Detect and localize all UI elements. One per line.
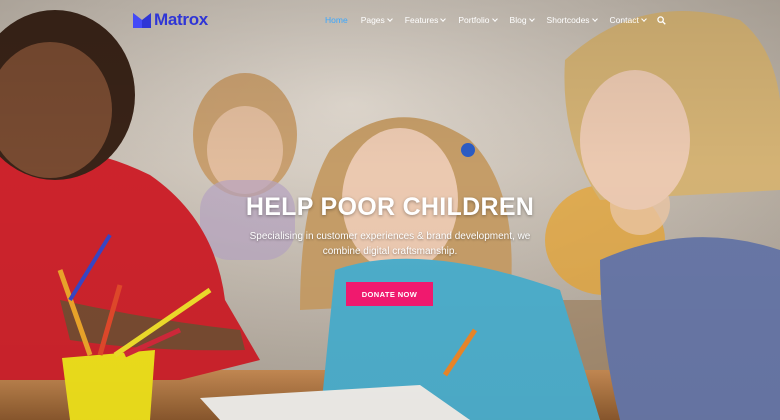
- chevron-down-icon: [386, 16, 393, 22]
- chevron-down-icon: [491, 16, 498, 22]
- nav-item-label: Contact: [609, 15, 639, 25]
- nav-item-label: Shortcodes: [546, 15, 590, 25]
- main-menu: Home Pages Features Portfolio Blog Short…: [325, 14, 666, 26]
- hero-subtitle-line-1: Specialising in customer experiences & b…: [249, 231, 531, 242]
- hero-subtitle: Specialising in customer experiences & b…: [240, 229, 540, 259]
- nav-item-label: Blog: [509, 15, 527, 25]
- nav-item-portfolio[interactable]: Portfolio: [458, 14, 498, 26]
- donate-now-button[interactable]: DONATE NOW: [346, 282, 433, 306]
- search-icon[interactable]: [657, 15, 666, 25]
- top-navbar: Matrox Home Pages Features Portfolio Blo…: [0, 0, 780, 40]
- nav-item-pages[interactable]: Pages: [360, 14, 393, 26]
- nav-item-label: Home: [325, 15, 348, 25]
- nav-item-features[interactable]: Features: [404, 14, 447, 26]
- logo-mark-icon: [133, 12, 151, 28]
- chevron-down-icon: [641, 16, 647, 22]
- chevron-down-icon: [528, 16, 535, 22]
- brand-name: Matrox: [154, 10, 208, 29]
- hero-subtitle-line-2: combine digital craftsmanship.: [322, 246, 458, 257]
- chevron-down-icon: [591, 16, 598, 22]
- nav-item-label: Features: [404, 15, 439, 25]
- nav-item-blog[interactable]: Blog: [509, 14, 535, 26]
- nav-item-shortcodes[interactable]: Shortcodes: [546, 14, 598, 26]
- chevron-down-icon: [440, 16, 447, 22]
- nav-item-label: Pages: [360, 15, 385, 25]
- nav-item-home[interactable]: Home: [325, 14, 348, 26]
- hero-title: HELP POOR CHILDREN: [245, 193, 535, 221]
- nav-item-label: Portfolio: [458, 15, 490, 25]
- nav-item-contact[interactable]: Contact: [609, 14, 647, 26]
- brand-logo[interactable]: Matrox: [133, 11, 208, 29]
